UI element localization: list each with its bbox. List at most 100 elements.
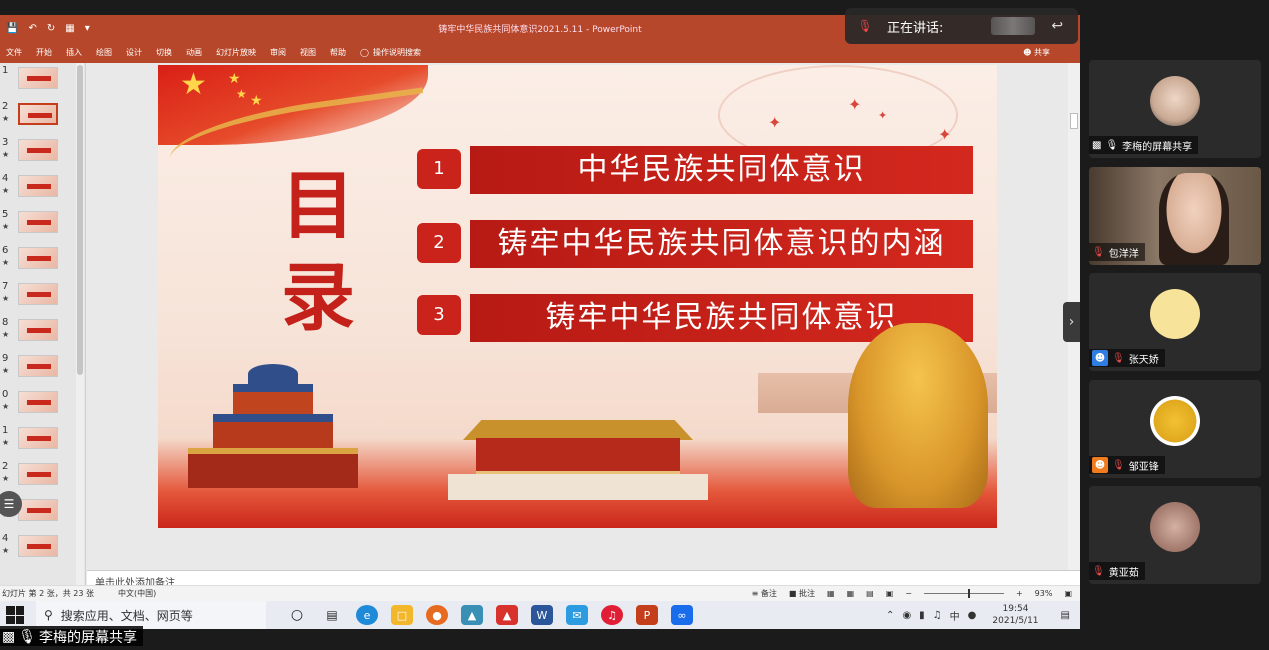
tell-me-search[interactable]: 操作说明搜索 (373, 47, 421, 58)
exit-share-icon[interactable]: ↩ (1051, 18, 1063, 34)
share-button[interactable]: ☻ 共享 (1023, 47, 1050, 58)
thumbnail-slide[interactable]: 6 ★ (0, 245, 80, 271)
tencent-meeting-icon[interactable]: ∞ (671, 605, 693, 625)
clock[interactable]: 19:54 2021/5/11 (992, 603, 1038, 627)
tab-file[interactable]: 文件 (6, 47, 22, 58)
task-view-icon[interactable]: ▤ (321, 605, 343, 625)
tab-home[interactable]: 开始 (36, 47, 52, 58)
participant-tile[interactable]: ☻ 🎙 张天娇 (1089, 273, 1261, 371)
avatar (1150, 396, 1200, 446)
tab-review[interactable]: 审阅 (270, 47, 286, 58)
normal-view-icon[interactable]: ▦ (827, 589, 835, 598)
reading-view-icon[interactable]: ▤ (866, 589, 874, 598)
mic-muted-icon: 🎙 (1092, 565, 1105, 577)
thumbnail-image (18, 211, 58, 233)
network-icon[interactable]: ◉ (902, 610, 911, 621)
comments-button[interactable]: ■ 批注 (789, 588, 815, 599)
word-icon[interactable]: W (531, 605, 553, 625)
notification-icon[interactable]: ▤ (1061, 610, 1070, 621)
avatar (1150, 502, 1200, 552)
battery-icon[interactable]: ▮ (919, 610, 925, 621)
tab-insert[interactable]: 插入 (66, 47, 82, 58)
thumbnail-slide[interactable]: 7 ★ (0, 281, 80, 307)
thumbnail-number: 1 (2, 425, 9, 436)
fit-slide-icon[interactable]: ▣ (1064, 589, 1072, 598)
mail-icon[interactable]: ✉ (566, 605, 588, 625)
zoom-level[interactable]: 93% (1035, 589, 1053, 598)
firefox-icon[interactable]: ● (426, 605, 448, 625)
thumbnail-number: 6 (2, 245, 9, 256)
participant-tile[interactable]: 🎙 包洋洋 (1089, 167, 1261, 265)
thumbnail-slide[interactable]: 0 ★ (0, 389, 80, 415)
thumbnail-slide[interactable]: 1 ★ (0, 425, 80, 451)
mic-muted-icon: 🎙 (1112, 352, 1125, 364)
taskbar-search[interactable]: ⚲ 搜索应用、文档、网页等 (36, 601, 266, 629)
thumbnail-slide[interactable]: 8 ★ (0, 317, 80, 343)
zoom-in-icon[interactable]: + (1016, 589, 1023, 598)
thumbnail-number: 0 (2, 389, 9, 400)
file-explorer-icon[interactable]: □ (391, 605, 413, 625)
participant-name-tag: ☻ 🎙 张天娇 (1089, 349, 1165, 367)
star-icon: ★ (228, 71, 241, 87)
volume-icon[interactable]: ♫ (933, 610, 942, 621)
zoom-out-icon[interactable]: − (905, 589, 912, 598)
thumbnail-slide[interactable]: 4 ★ (0, 533, 80, 559)
participant-name-tag: ☻ 🎙 邹亚锋 (1089, 456, 1165, 474)
tab-view[interactable]: 视图 (300, 47, 316, 58)
thumbnail-scrollbar[interactable] (76, 63, 84, 585)
participant-name: 黄亚茹 (1108, 567, 1139, 579)
tab-design[interactable]: 设计 (126, 47, 142, 58)
thumbnail-image (18, 535, 58, 557)
edge-icon[interactable]: e (356, 605, 378, 625)
mic-muted-icon: 🎙 (1112, 459, 1125, 471)
thumbnail-slide[interactable]: 2 ★ (0, 461, 80, 487)
temple-tier (233, 384, 313, 414)
slide-canvas[interactable]: ★ ★ ★ ★ ✦ ✦ ✦ ✦ 目 录 1 中华民族共同体意识 2 铸牢中华民族… (158, 65, 997, 528)
participant-tile[interactable]: ▩ 🎙 李梅的屏幕共享 (1089, 60, 1261, 158)
thumbnail-slide[interactable]: 3★ (0, 137, 80, 163)
tab-animations[interactable]: 动画 (186, 47, 202, 58)
tab-slideshow[interactable]: 幻灯片放映 (216, 47, 256, 58)
star-icon: ★ (250, 93, 263, 109)
speaker-avatars (991, 17, 1036, 35)
ime-indicator[interactable]: 中 (950, 608, 960, 623)
thumbnail-image (18, 139, 58, 161)
thumbnail-slide[interactable]: 5 ★ (0, 209, 80, 235)
thumbnail-slide[interactable]: 9 ★ (0, 353, 80, 379)
tab-help[interactable]: 帮助 (330, 47, 346, 58)
zoom-slider[interactable] (923, 589, 1004, 598)
thumbnail-slide[interactable]: 1 (0, 65, 80, 91)
heading-char: 录 (281, 255, 355, 341)
show-hidden-icons[interactable]: ⌃ (886, 610, 894, 621)
animation-star-icon: ★ (2, 438, 10, 447)
pdf-icon[interactable]: ▲ (496, 605, 518, 625)
scrollbar-thumb[interactable] (77, 65, 83, 375)
avatar (1150, 76, 1200, 126)
thumbnail-slide[interactable]: 4 ★ (0, 173, 80, 199)
powerpoint-icon[interactable]: P (636, 605, 658, 625)
netease-music-icon[interactable]: ♫ (601, 605, 623, 625)
tab-transitions[interactable]: 切换 (156, 47, 172, 58)
collapse-panel-arrow[interactable]: › (1063, 302, 1080, 342)
notes-button[interactable]: ≡ 备注 (752, 588, 777, 599)
language-indicator[interactable]: 中文(中国) (118, 588, 156, 599)
participant-tile[interactable]: ☻ 🎙 邹亚锋 (1089, 380, 1261, 478)
status-bar: 幻灯片 第 2 张，共 23 张 中文(中国) ≡ 备注 ■ 批注 ▦ ▦ ▤ … (0, 585, 1080, 601)
slideshow-view-icon[interactable]: ▣ (886, 589, 894, 598)
animation-star-icon: ★ (2, 402, 10, 411)
scrollbar-thumb[interactable] (1070, 113, 1078, 129)
person-icon: ☻ (1092, 457, 1108, 473)
participant-tile[interactable]: 🎙 黄亚茹 (1089, 486, 1261, 584)
tab-draw[interactable]: 绘图 (96, 47, 112, 58)
animation-star-icon: ★ (2, 222, 10, 231)
app-icon[interactable]: ▲ (461, 605, 483, 625)
search-icon: ⚲ (44, 608, 53, 622)
app-tray-icon[interactable]: ● (968, 610, 977, 621)
windows-start-icon[interactable] (6, 606, 24, 624)
participant-name: 李梅的屏幕共享 (1122, 141, 1193, 153)
sorter-view-icon[interactable]: ▦ (847, 589, 855, 598)
participant-name-tag: 🎙 包洋洋 (1089, 243, 1145, 261)
cortana-icon[interactable]: ○ (286, 605, 308, 625)
comments-label: 批注 (799, 589, 815, 598)
thumbnail-slide-selected[interactable]: 2 ★ (0, 101, 80, 127)
